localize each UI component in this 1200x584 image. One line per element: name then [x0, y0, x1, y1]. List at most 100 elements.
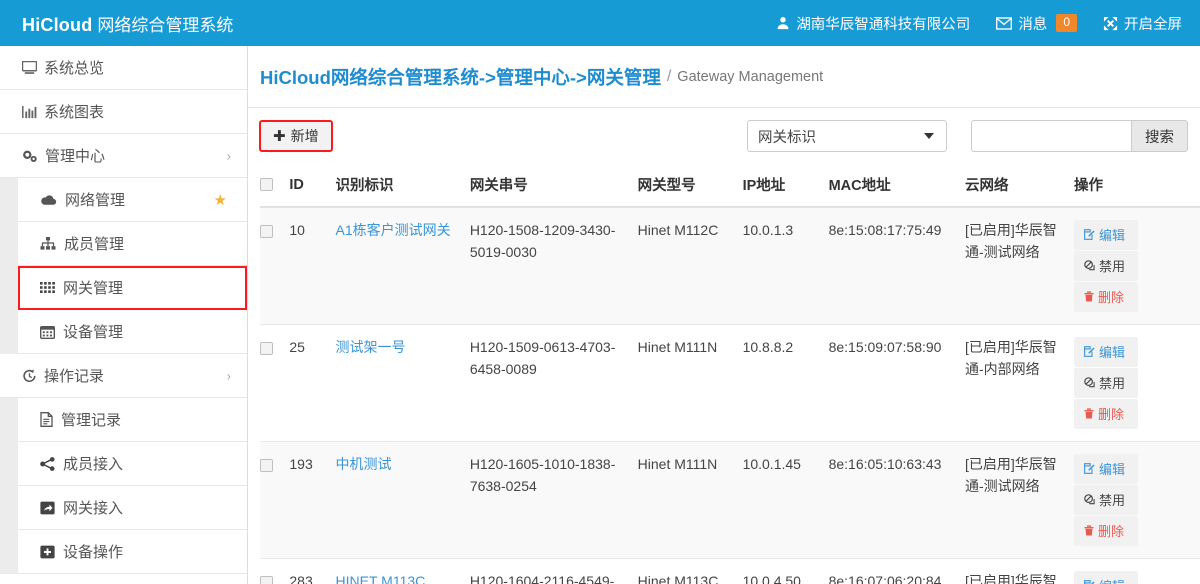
- cell-operations: 编辑 禁用 删除: [1074, 442, 1200, 559]
- column-header-name[interactable]: 识别标识: [336, 164, 470, 207]
- breadcrumb-separator: /: [667, 68, 671, 86]
- row-select-cell: [260, 325, 289, 442]
- table-row: 193 中机测试 H120-1605-1010-1838-7638-0254 H…: [260, 442, 1200, 559]
- sidebar-item-member-management[interactable]: 成员管理: [18, 222, 247, 266]
- column-header-model[interactable]: 网关型号: [638, 164, 743, 207]
- cell-id: 25: [289, 325, 335, 442]
- row-checkbox[interactable]: [260, 342, 273, 355]
- table-header-row: ID 识别标识 网关串号 网关型号 IP地址 MAC地址 云网络 操作: [260, 164, 1200, 207]
- sidebar-item-network-management[interactable]: 网络管理 ★: [18, 178, 247, 222]
- sidebar-item-label: 设备操作: [63, 541, 123, 562]
- desktop-icon: [22, 61, 37, 75]
- cell-id: 283: [289, 559, 335, 584]
- gears-icon: [22, 149, 38, 163]
- cell-mac: 8e:15:08:17:75:49: [829, 207, 965, 325]
- column-header-id[interactable]: ID: [289, 164, 335, 207]
- table-body: 10 A1栋客户测试网关 H120-1508-1209-3430-5019-00…: [260, 207, 1200, 584]
- sidebar-item-operation-logs[interactable]: 操作记录 ›: [0, 354, 247, 398]
- gateway-name-link[interactable]: HINET M113C: [336, 573, 426, 584]
- sidebar-item-system-overview[interactable]: 系统总览: [0, 46, 247, 90]
- edit-button-label: 编辑: [1099, 342, 1125, 361]
- sidebar-item-label: 网关管理: [63, 277, 123, 298]
- sidebar-item-device-management[interactable]: 设备管理: [18, 310, 247, 354]
- add-button[interactable]: ✚ 新增: [260, 121, 332, 151]
- edit-button[interactable]: 编辑: [1074, 454, 1138, 484]
- select-all-checkbox[interactable]: [260, 178, 273, 191]
- share-icon: [40, 457, 55, 471]
- delete-button[interactable]: 删除: [1074, 516, 1138, 546]
- disable-button[interactable]: 禁用: [1074, 251, 1138, 281]
- search-button[interactable]: 搜索: [1131, 120, 1188, 152]
- fullscreen-button[interactable]: 开启全屏: [1103, 13, 1182, 34]
- plus-square-icon: [40, 545, 55, 559]
- row-checkbox[interactable]: [260, 459, 273, 472]
- row-checkbox[interactable]: [260, 576, 273, 584]
- column-header-network[interactable]: 云网络: [965, 164, 1074, 207]
- edit-button[interactable]: 编辑: [1074, 337, 1138, 367]
- cell-model: Hinet M113C: [638, 559, 743, 584]
- cell-network: [已启用]华辰智通-内部网络: [965, 325, 1074, 442]
- sidebar-item-label: 设备管理: [63, 321, 123, 342]
- search-box: 搜索: [971, 120, 1188, 152]
- messages-button[interactable]: 消息 0: [996, 13, 1077, 34]
- cell-network: [已启用]华辰智通-测试网络: [965, 207, 1074, 325]
- row-checkbox[interactable]: [260, 225, 273, 238]
- sidebar-nav: 系统总览 系统图表 管理中心 › 网络管理 ★ 成员管理: [0, 46, 248, 584]
- gateway-table: ID 识别标识 网关串号 网关型号 IP地址 MAC地址 云网络 操作 10 A…: [260, 164, 1200, 584]
- messages-count-badge: 0: [1056, 14, 1077, 33]
- sidebar-item-management-center[interactable]: 管理中心 ›: [0, 134, 247, 178]
- sidebar-item-label: 网关接入: [63, 497, 123, 518]
- cell-network: [已启用]华辰智通-测试网络: [965, 442, 1074, 559]
- envelope-icon: [996, 17, 1012, 30]
- table-row: 25 测试架一号 H120-1509-0613-4703-6458-0089 H…: [260, 325, 1200, 442]
- sidebar-item-gateway-access[interactable]: 网关接入: [18, 486, 247, 530]
- expand-icon: [1103, 16, 1118, 31]
- sidebar-item-label: 成员接入: [63, 453, 123, 474]
- disable-button[interactable]: 禁用: [1074, 485, 1138, 515]
- row-select-cell: [260, 559, 289, 584]
- sidebar-item-member-access[interactable]: 成员接入: [18, 442, 247, 486]
- brand-name: HiCloud: [22, 15, 92, 35]
- disable-button-label: 禁用: [1099, 490, 1125, 509]
- column-header-serial[interactable]: 网关串号: [470, 164, 638, 207]
- sidebar-item-system-charts[interactable]: 系统图表: [0, 90, 247, 134]
- company-account[interactable]: 湖南华辰智通科技有限公司: [776, 13, 970, 34]
- add-button-label: 新增: [291, 126, 319, 146]
- cell-mac: 8e:16:07:06:20:84: [829, 559, 965, 584]
- sidebar-item-label: 管理记录: [61, 409, 121, 430]
- star-icon[interactable]: ★: [214, 191, 227, 209]
- calendar-icon: [40, 325, 55, 339]
- sidebar-item-device-operation[interactable]: 设备操作: [18, 530, 247, 574]
- disable-button-label: 禁用: [1099, 256, 1125, 275]
- table-row: 283 HINET M113C H120-1604-2116-4549-6166…: [260, 559, 1200, 584]
- gateway-name-link[interactable]: 中机测试: [336, 456, 392, 472]
- breadcrumb-path: HiCloud网络综合管理系统->管理中心->网关管理: [260, 64, 661, 90]
- column-header-ip[interactable]: IP地址: [743, 164, 829, 207]
- cloud-icon: [40, 194, 57, 206]
- company-name: 湖南华辰智通科技有限公司: [796, 13, 970, 34]
- edit-button[interactable]: 编辑: [1074, 220, 1138, 250]
- sidebar-item-label: 管理中心: [45, 145, 105, 166]
- delete-button[interactable]: 删除: [1074, 399, 1138, 429]
- pencil-square-icon: [1084, 580, 1095, 584]
- edit-button-label: 编辑: [1099, 576, 1125, 584]
- gateway-name-link[interactable]: 测试架一号: [336, 339, 406, 355]
- search-group: 网关标识 搜索: [747, 120, 1188, 152]
- cell-operations: 编辑 禁用 删除: [1074, 325, 1200, 442]
- cell-id: 10: [289, 207, 335, 325]
- delete-button[interactable]: 删除: [1074, 282, 1138, 312]
- table-row: 10 A1栋客户测试网关 H120-1508-1209-3430-5019-00…: [260, 207, 1200, 325]
- column-header-mac[interactable]: MAC地址: [829, 164, 965, 207]
- disable-button[interactable]: 禁用: [1074, 368, 1138, 398]
- sidebar-item-label: 操作记录: [44, 365, 104, 386]
- sidebar-item-management-log[interactable]: 管理记录: [18, 398, 247, 442]
- messages-label: 消息: [1018, 13, 1047, 34]
- edit-button[interactable]: 编辑: [1074, 571, 1138, 584]
- filter-field-select[interactable]: 网关标识: [747, 120, 947, 152]
- gateway-name-link[interactable]: A1栋客户测试网关: [336, 222, 451, 238]
- file-icon: [40, 412, 53, 427]
- sidebar-item-gateway-management[interactable]: 网关管理: [18, 266, 247, 310]
- cell-ip: 10.0.1.45: [743, 442, 829, 559]
- plus-icon: ✚: [273, 127, 286, 145]
- search-input[interactable]: [971, 120, 1131, 152]
